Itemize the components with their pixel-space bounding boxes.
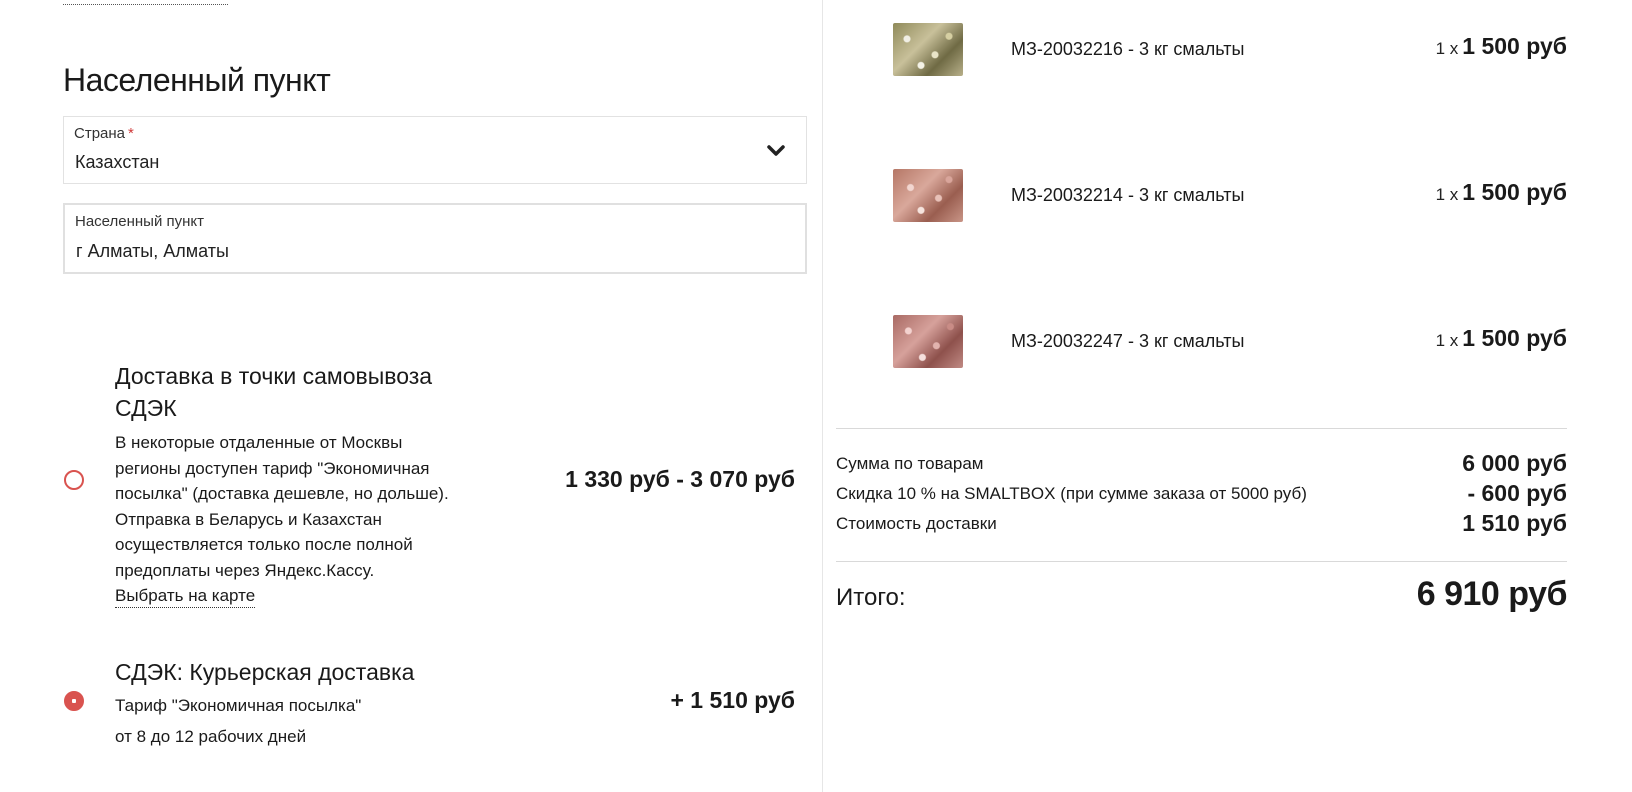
delivery-panel: Населенный пункт Страна * Казахстан Насел… bbox=[0, 0, 822, 792]
country-select[interactable]: Страна * Казахстан bbox=[63, 116, 807, 184]
cart-item-price: 1 500 руб bbox=[1462, 325, 1567, 351]
delivery-option-courier-term: от 8 до 12 рабочих дней bbox=[115, 727, 307, 746]
order-summary-panel: МЗ-20032216 - 3 кг смальты 1 x1 500 руб … bbox=[823, 0, 1632, 792]
cart-item-name[interactable]: МЗ-20032216 - 3 кг смальты bbox=[1011, 39, 1244, 60]
total-divider bbox=[836, 561, 1567, 562]
summary-goods-row: Сумма по товарам 6 000 руб bbox=[836, 450, 1567, 478]
delivery-option-courier-price: + 1 510 руб bbox=[670, 687, 795, 713]
cart-item: МЗ-20032214 - 3 кг смальты 1 x1 500 руб bbox=[858, 169, 1602, 225]
select-on-map-link[interactable]: Выбрать на карте bbox=[115, 585, 256, 608]
summary-discount-value: - 600 руб bbox=[1467, 480, 1567, 506]
summary-delivery-label: Стоимость доставки bbox=[836, 514, 997, 533]
top-link-underline bbox=[63, 0, 228, 5]
city-field[interactable]: Населенный пункт г Алматы, Алматы bbox=[63, 203, 807, 274]
cart-item-price: 1 500 руб bbox=[1462, 33, 1567, 59]
delivery-option-pickup-description: В некоторые отдаленные от Москвы регионы… bbox=[115, 433, 449, 580]
delivery-option-pickup-price: 1 330 руб - 3 070 руб bbox=[565, 466, 795, 492]
chevron-down-icon[interactable] bbox=[766, 141, 786, 161]
product-thumbnail[interactable] bbox=[893, 315, 963, 368]
delivery-option-pickup-radio[interactable] bbox=[64, 470, 84, 490]
delivery-option-courier-tariff: Тариф "Экономичная посылка" bbox=[115, 696, 362, 715]
cart-item-name[interactable]: МЗ-20032247 - 3 кг смальты bbox=[1011, 331, 1244, 352]
delivery-option-pickup-title: Доставка в точки самовывоза СДЭК bbox=[115, 363, 433, 421]
summary-discount-label: Скидка 10 % на SMALTBOX (при сумме заказ… bbox=[836, 484, 1307, 503]
country-label: Страна * bbox=[74, 125, 134, 142]
cart-item: МЗ-20032247 - 3 кг смальты 1 x1 500 руб bbox=[858, 315, 1602, 371]
product-thumbnail[interactable] bbox=[893, 23, 963, 76]
cart-item-qty-price: 1 x1 500 руб bbox=[1436, 33, 1567, 60]
delivery-option-courier-title: СДЭК: Курьерская доставка bbox=[115, 659, 415, 685]
summary-goods-label: Сумма по товарам bbox=[836, 454, 984, 473]
total-label: Итого: bbox=[836, 584, 906, 611]
cart-item-qty: 1 x bbox=[1435, 39, 1459, 58]
product-thumbnail[interactable] bbox=[893, 169, 963, 222]
cart-item-qty-price: 1 x1 500 руб bbox=[1436, 179, 1567, 206]
cart-item-qty: 1 x bbox=[1435, 331, 1459, 350]
total-value: 6 910 руб bbox=[1416, 575, 1568, 613]
required-mark: * bbox=[128, 125, 134, 142]
cart-item: МЗ-20032216 - 3 кг смальты 1 x1 500 руб bbox=[858, 23, 1602, 79]
summary-delivery-row: Стоимость доставки 1 510 руб bbox=[836, 510, 1567, 538]
summary-goods-value: 6 000 руб bbox=[1462, 450, 1567, 476]
country-value: Казахстан bbox=[75, 152, 160, 172]
country-label-text: Страна bbox=[74, 125, 126, 142]
summary-divider bbox=[836, 428, 1567, 429]
delivery-option-courier-radio[interactable] bbox=[64, 691, 84, 711]
city-label: Населенный пункт bbox=[75, 213, 205, 230]
cart-item-name[interactable]: МЗ-20032214 - 3 кг смальты bbox=[1011, 185, 1244, 206]
cart-item-price: 1 500 руб bbox=[1462, 179, 1567, 205]
city-input-value[interactable]: г Алматы, Алматы bbox=[76, 241, 229, 262]
cart-item-qty: 1 x bbox=[1435, 185, 1459, 204]
section-title-locality: Населенный пункт bbox=[63, 62, 331, 98]
summary-delivery-value: 1 510 руб bbox=[1462, 510, 1567, 536]
cart-item-qty-price: 1 x1 500 руб bbox=[1436, 325, 1567, 352]
summary-discount-row: Скидка 10 % на SMALTBOX (при сумме заказ… bbox=[836, 480, 1567, 508]
